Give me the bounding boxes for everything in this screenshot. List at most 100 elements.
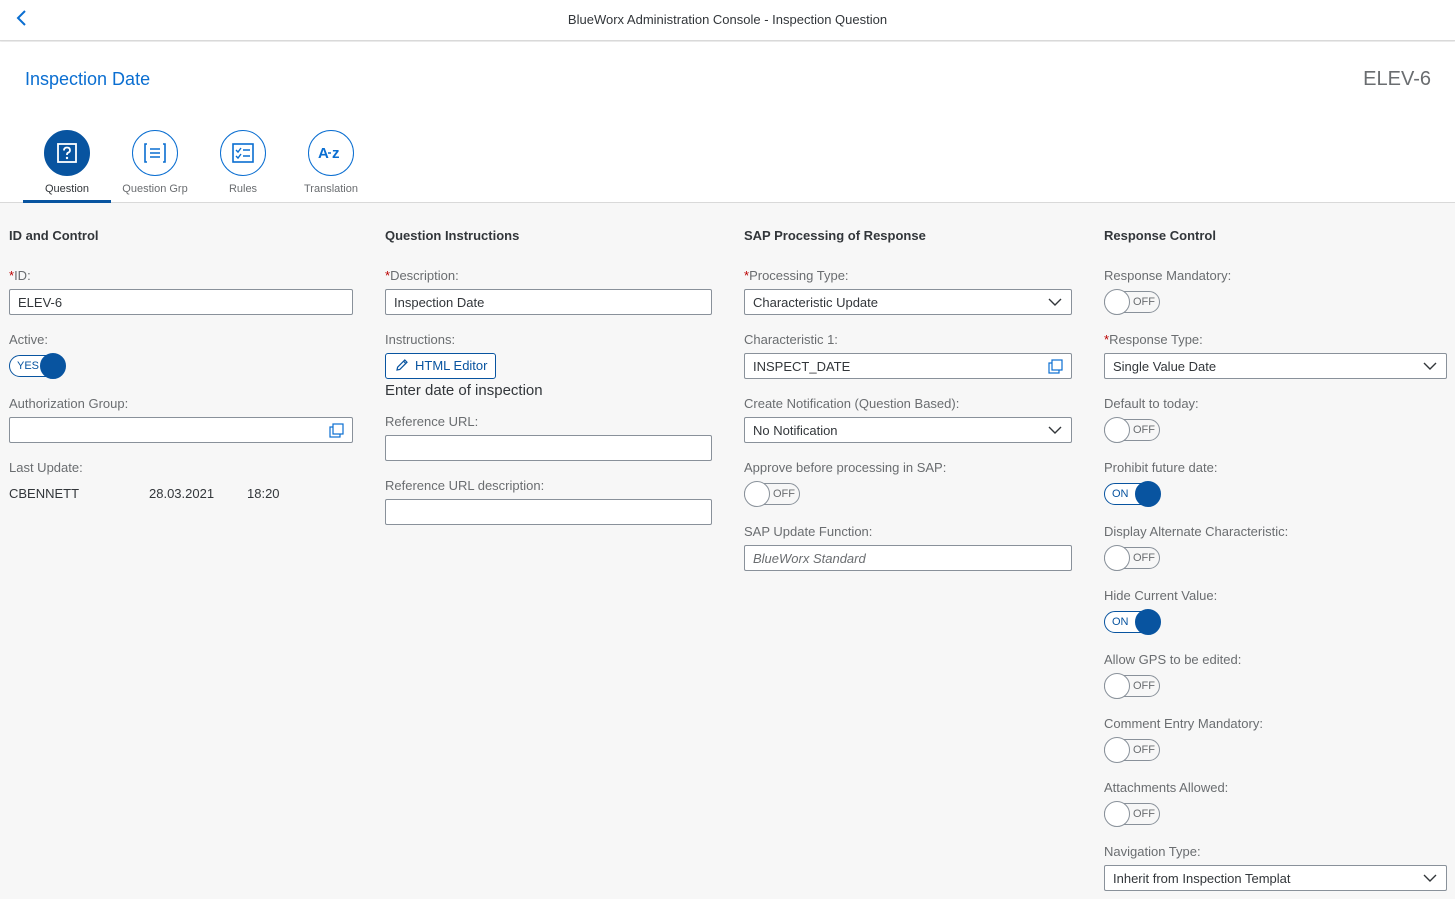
html-editor-button-label: HTML Editor (415, 358, 488, 373)
last-update-date: 28.03.2021 (149, 486, 215, 501)
description-field[interactable]: Inspection Date (385, 289, 712, 315)
authorization-group-field[interactable] (9, 417, 353, 443)
tab-rules[interactable]: Rules (199, 130, 287, 203)
switch-knob (1104, 801, 1130, 827)
section-title-id-control: ID and Control (9, 228, 99, 243)
svg-text:z: z (332, 145, 340, 162)
switch-knob (1104, 673, 1130, 699)
switch-text: ON (1112, 488, 1129, 500)
description-field-value: Inspection Date (394, 295, 485, 310)
response-type-value: Single Value Date (1113, 359, 1217, 374)
section-title-sap-processing: SAP Processing of Response (744, 228, 926, 243)
id-field[interactable]: ELEV-6 (9, 289, 353, 315)
attachments-allowed-switch[interactable]: OFF (1104, 801, 1162, 827)
switch-text: OFF (1133, 808, 1155, 820)
chevron-down-icon (1422, 358, 1438, 374)
id-field-value: ELEV-6 (18, 295, 63, 310)
reference-url-description-field[interactable] (385, 499, 712, 525)
value-help-icon[interactable] (328, 422, 344, 438)
object-header: Inspection Date ELEV-6 Question Question… (0, 42, 1455, 203)
response-mandatory-label: Response Mandatory: (1104, 268, 1232, 283)
allow-gps-edit-switch[interactable]: OFF (1104, 673, 1162, 699)
switch-text: OFF (1133, 680, 1155, 692)
navigation-type-label: Navigation Type: (1104, 844, 1201, 859)
sap-update-function-placeholder: BlueWorx Standard (753, 551, 866, 566)
list-icon (132, 130, 178, 176)
id-label-text: ID: (14, 268, 31, 283)
sap-update-function-field[interactable]: BlueWorx Standard (744, 545, 1072, 571)
comment-entry-mandatory-label: Comment Entry Mandatory: (1104, 716, 1263, 731)
instructions-label: Instructions: (385, 332, 456, 347)
display-alternate-characteristic-label: Display Alternate Characteristic: (1104, 524, 1289, 539)
switch-knob (1104, 417, 1130, 443)
switch-knob (1104, 737, 1130, 763)
reference-url-description-label: Reference URL description: (385, 478, 545, 493)
shell-bar: BlueWorx Administration Console - Inspec… (0, 0, 1455, 41)
approve-before-processing-switch[interactable]: OFF (744, 481, 802, 507)
active-switch-knob (40, 353, 66, 379)
tab-question[interactable]: Question (23, 130, 111, 203)
switch-text: OFF (1133, 552, 1155, 564)
app-title: BlueWorx Administration Console - Inspec… (567, 12, 888, 27)
prohibit-future-date-label: Prohibit future date: (1104, 460, 1218, 475)
chevron-down-icon (1047, 294, 1063, 310)
switch-text: OFF (1133, 296, 1155, 308)
switch-knob (744, 481, 770, 507)
processing-type-value: Characteristic Update (753, 295, 878, 310)
attachments-allowed-label: Attachments Allowed: (1104, 780, 1229, 795)
tab-translation-label: Translation (303, 183, 358, 195)
last-update-time: 18:20 (247, 486, 280, 501)
tab-question-grp-label: Question Grp (122, 183, 188, 195)
allow-gps-edit-label: Allow GPS to be edited: (1104, 652, 1242, 667)
chevron-down-icon (1047, 422, 1063, 438)
switch-text: OFF (1133, 744, 1155, 756)
value-help-icon[interactable] (1047, 358, 1063, 374)
navigation-type-select[interactable]: Inherit from Inspection Templat (1104, 865, 1447, 891)
description-label: *Description: (385, 268, 459, 283)
tab-translation[interactable]: Az Translation (287, 130, 375, 203)
navigation-type-value: Inherit from Inspection Templat (1113, 871, 1291, 886)
response-mandatory-switch[interactable]: OFF (1104, 289, 1162, 315)
tab-question-label: Question (44, 183, 90, 195)
default-to-today-label: Default to today: (1104, 396, 1199, 411)
hide-current-value-switch[interactable]: ON (1104, 609, 1162, 635)
checklist-icon (220, 130, 266, 176)
switch-knob (1135, 481, 1161, 507)
create-notification-value: No Notification (753, 423, 838, 438)
response-type-label-text: Response Type: (1109, 332, 1203, 347)
reference-url-label: Reference URL: (385, 414, 479, 429)
switch-text: ON (1112, 616, 1129, 628)
display-alternate-characteristic-switch[interactable]: OFF (1104, 545, 1162, 571)
page-title: Inspection Date (25, 69, 151, 89)
characteristic-field[interactable]: INSPECT_DATE (744, 353, 1072, 379)
switch-text: OFF (1133, 424, 1155, 436)
section-title-instructions: Question Instructions (385, 228, 520, 243)
id-label: *ID: (9, 268, 31, 283)
processing-type-label-text: Processing Type: (749, 268, 849, 283)
switch-knob (1104, 545, 1130, 571)
default-to-today-switch[interactable]: OFF (1104, 417, 1162, 443)
selected-tab-indicator (23, 200, 111, 203)
active-switch-text: YES (17, 360, 40, 372)
approve-before-processing-label: Approve before processing in SAP: (744, 460, 947, 475)
reference-url-field[interactable] (385, 435, 712, 461)
authorization-group-label: Authorization Group: (9, 396, 129, 411)
characteristic-value: INSPECT_DATE (753, 359, 851, 374)
tab-question-grp[interactable]: Question Grp (111, 130, 199, 203)
html-editor-button[interactable]: HTML Editor (385, 353, 497, 379)
prohibit-future-date-switch[interactable]: ON (1104, 481, 1162, 507)
a-z-icon: Az (308, 130, 354, 176)
question-mark-icon (44, 130, 90, 176)
response-type-select[interactable]: Single Value Date (1104, 353, 1447, 379)
section-title-response-control: Response Control (1104, 228, 1216, 243)
processing-type-select[interactable]: Characteristic Update (744, 289, 1072, 315)
description-label-text: Description: (390, 268, 459, 283)
comment-entry-mandatory-switch[interactable]: OFF (1104, 737, 1162, 763)
instructions-text: Enter date of inspection (385, 382, 543, 399)
response-type-label: *Response Type: (1104, 332, 1203, 347)
create-notification-select[interactable]: No Notification (744, 417, 1072, 443)
tab-rules-label: Rules (228, 183, 258, 195)
switch-text: OFF (773, 488, 795, 500)
active-switch[interactable]: YES (9, 353, 67, 379)
switch-knob (1104, 289, 1130, 315)
